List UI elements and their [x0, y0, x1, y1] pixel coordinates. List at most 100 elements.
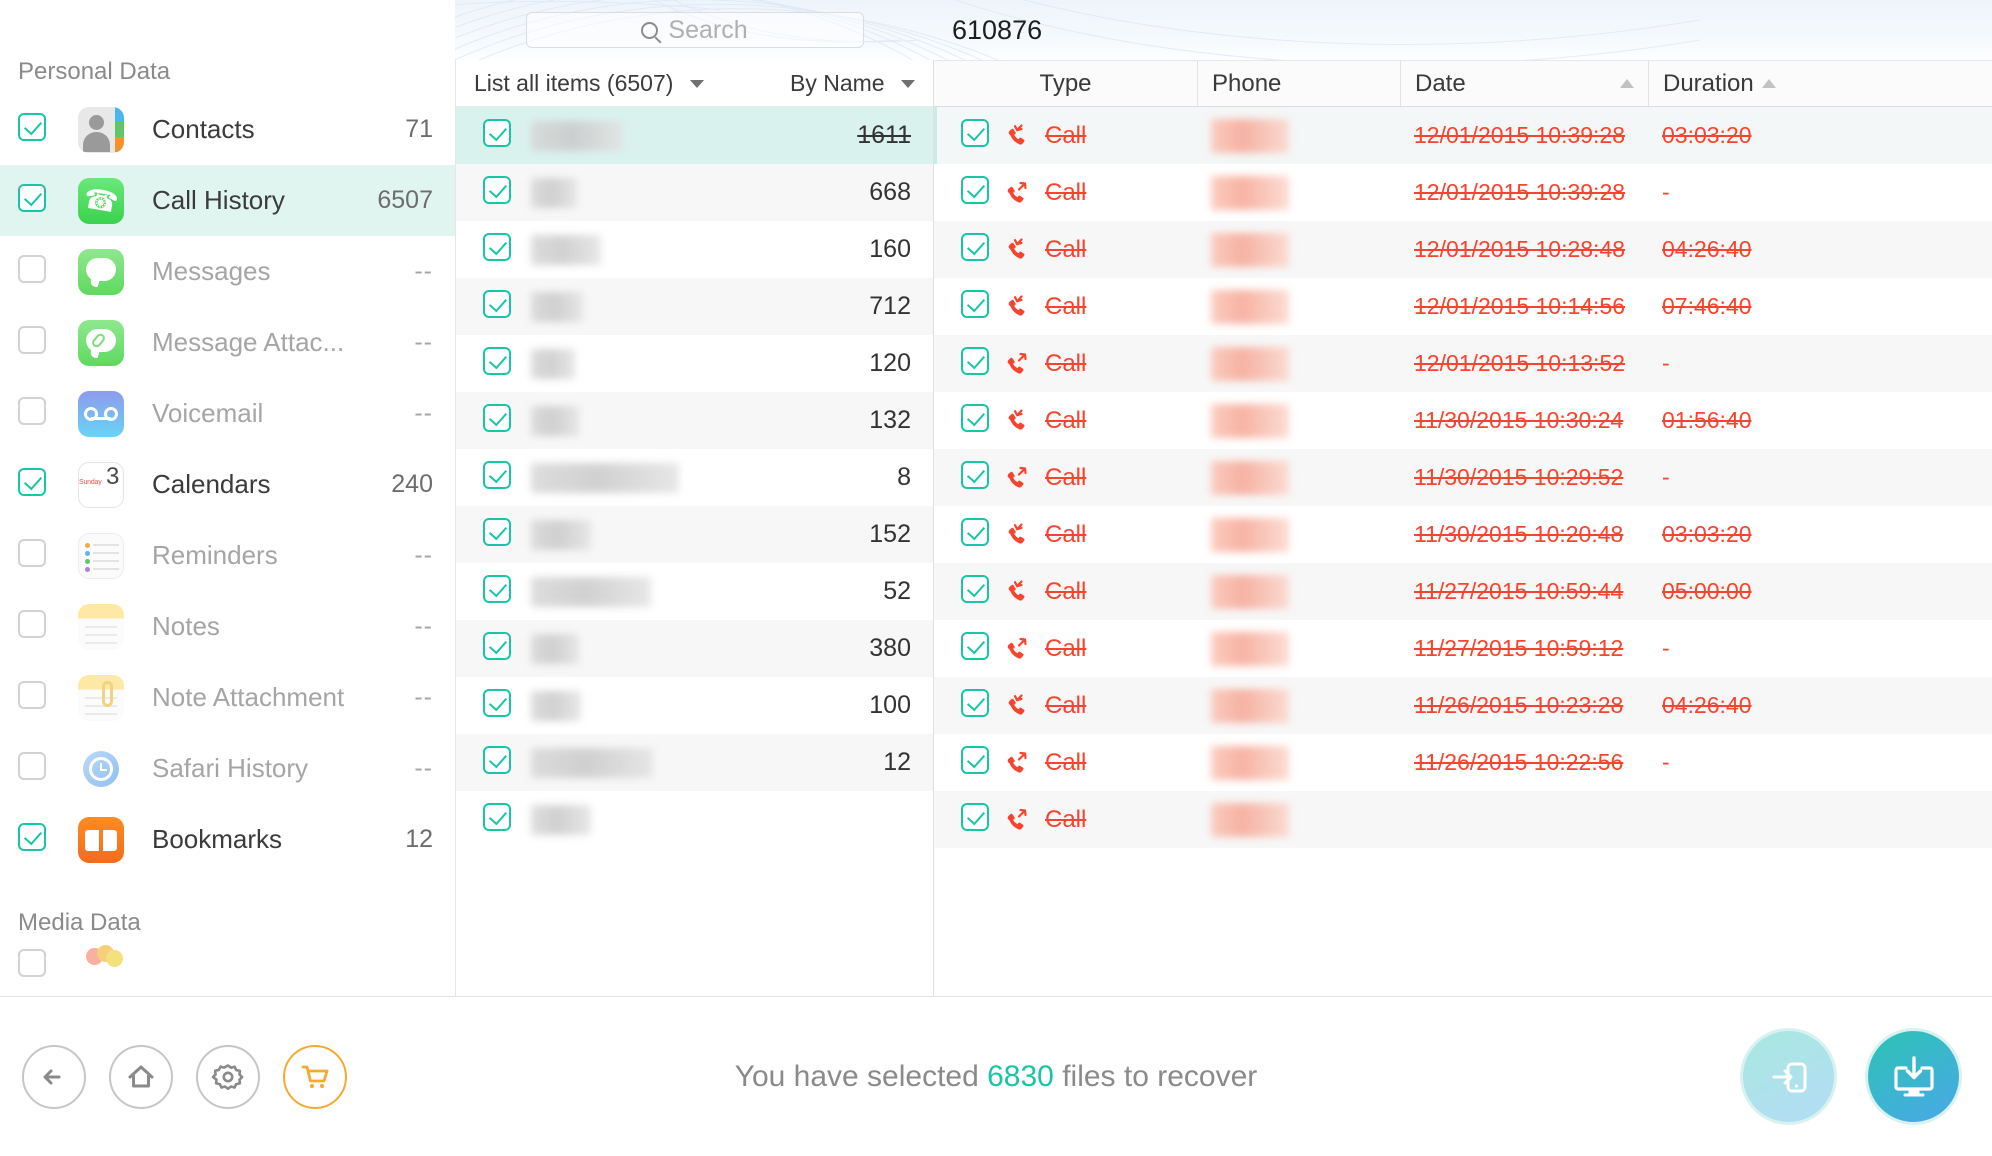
- row-checkbox[interactable]: [961, 803, 989, 836]
- list-item[interactable]: 120: [456, 335, 933, 392]
- table-row[interactable]: Call 12/01/2015 10:14:56 07:46:40: [934, 278, 1992, 335]
- table-row[interactable]: Call 11/30/2015 10:30:24 01:56:40: [934, 392, 1992, 449]
- note-attachment-checkbox[interactable]: [18, 681, 48, 714]
- table-row[interactable]: Call 11/26/2015 10:23:28 04:26:40: [934, 677, 1992, 734]
- notes-checkbox[interactable]: [18, 610, 48, 643]
- list-item[interactable]: 712: [456, 278, 933, 335]
- list-item-checkbox[interactable]: [483, 518, 513, 551]
- list-item-checkbox[interactable]: [483, 689, 513, 722]
- list-item[interactable]: 132: [456, 392, 933, 449]
- sidebar-item-calendars[interactable]: Sunday 3 Calendars 240: [0, 449, 455, 520]
- sidebar-item-notes[interactable]: Notes --: [0, 591, 455, 662]
- column-header-type[interactable]: Type: [934, 61, 1197, 106]
- sidebar-item-label: Reminders: [152, 540, 278, 570]
- row-checkbox[interactable]: [961, 119, 989, 152]
- list-item[interactable]: [456, 791, 933, 848]
- sidebar-item-safari-history[interactable]: Safari History --: [0, 733, 455, 804]
- bookmarks-checkbox[interactable]: [18, 823, 48, 856]
- sidebar-item-voicemail[interactable]: Voicemail --: [0, 378, 455, 449]
- contacts-checkbox[interactable]: [18, 113, 48, 146]
- recover-to-computer-button[interactable]: [1865, 1028, 1962, 1125]
- cell-type: Call: [934, 620, 1197, 677]
- sidebar-item-photos[interactable]: [0, 942, 455, 988]
- list-filter-dropdown[interactable]: List all items (6507): [474, 70, 704, 97]
- list-item-checkbox[interactable]: [483, 290, 513, 323]
- sidebar-item-message-attachments[interactable]: Message Attac... --: [0, 307, 455, 378]
- column-header-phone[interactable]: Phone: [1197, 61, 1400, 106]
- sidebar-item-reminders[interactable]: Reminders --: [0, 520, 455, 591]
- list-item[interactable]: 100: [456, 677, 933, 734]
- row-checkbox[interactable]: [961, 575, 989, 608]
- recover-to-device-button[interactable]: [1740, 1028, 1837, 1125]
- call-history-table[interactable]: Call 12/01/2015 10:39:28 03:03:20 Call 12/01…: [934, 107, 1992, 996]
- row-checkbox[interactable]: [961, 347, 989, 380]
- list-filter-bar: List all items (6507) By Name: [456, 60, 933, 107]
- table-row[interactable]: Call 11/27/2015 10:59:44 05:00:00: [934, 563, 1992, 620]
- list-item[interactable]: 52: [456, 563, 933, 620]
- cell-duration: 03:03:20: [1648, 506, 1992, 563]
- table-row[interactable]: Call 12/01/2015 10:39:28 03:03:20: [934, 107, 1992, 164]
- row-checkbox[interactable]: [961, 176, 989, 209]
- table-row[interactable]: Call 12/01/2015 10:13:52 -: [934, 335, 1992, 392]
- call-duration: -: [1662, 179, 1670, 205]
- messages-checkbox[interactable]: [18, 255, 48, 288]
- list-item-checkbox[interactable]: [483, 347, 513, 380]
- sidebar-item-note-attachment[interactable]: Note Attachment --: [0, 662, 455, 733]
- search-input[interactable]: Search: [525, 12, 864, 48]
- list-item[interactable]: 668: [456, 164, 933, 221]
- row-checkbox[interactable]: [961, 461, 989, 494]
- phone-icon: ☎: [78, 177, 124, 224]
- sidebar-item-contacts[interactable]: Contacts 71: [0, 94, 455, 165]
- row-checkbox[interactable]: [961, 689, 989, 722]
- list-item-checkbox[interactable]: [483, 575, 513, 608]
- table-row[interactable]: Call 12/01/2015 10:28:48 04:26:40: [934, 221, 1992, 278]
- photos-checkbox[interactable]: [18, 948, 48, 982]
- list-item[interactable]: 380: [456, 620, 933, 677]
- list-item-checkbox[interactable]: [483, 461, 513, 494]
- cell-phone: [1197, 563, 1400, 620]
- phone-number-redacted: [1211, 517, 1289, 552]
- message-attachments-checkbox[interactable]: [18, 326, 48, 359]
- column-header-duration[interactable]: Duration: [1648, 61, 1992, 106]
- table-row[interactable]: Call 11/30/2015 10:20:48 03:03:20: [934, 506, 1992, 563]
- list-item-checkbox[interactable]: [483, 176, 513, 209]
- list-item-checkbox[interactable]: [483, 233, 513, 266]
- item-list-rows[interactable]: 1611 668 160 712 120 132 8 152 52 380 100 12: [456, 107, 933, 996]
- list-item[interactable]: 8: [456, 449, 933, 506]
- list-item[interactable]: 160: [456, 221, 933, 278]
- row-checkbox[interactable]: [961, 632, 989, 665]
- list-item-checkbox[interactable]: [483, 404, 513, 437]
- table-row[interactable]: Call 11/27/2015 10:59:12 -: [934, 620, 1992, 677]
- row-checkbox[interactable]: [961, 290, 989, 323]
- table-row[interactable]: Call 11/30/2015 10:29:52 -: [934, 449, 1992, 506]
- row-checkbox[interactable]: [961, 233, 989, 266]
- cart-button[interactable]: [283, 1044, 347, 1109]
- home-button[interactable]: [109, 1044, 173, 1109]
- safari-history-checkbox[interactable]: [18, 752, 48, 785]
- call-history-checkbox[interactable]: [18, 184, 48, 217]
- column-header-date[interactable]: Date: [1400, 61, 1648, 106]
- sidebar-item-call-history[interactable]: ☎ Call History 6507: [0, 165, 455, 236]
- sidebar-item-bookmarks[interactable]: Bookmarks 12: [0, 804, 455, 875]
- list-item[interactable]: 1611: [456, 107, 933, 164]
- row-checkbox[interactable]: [961, 746, 989, 779]
- row-checkbox[interactable]: [961, 518, 989, 551]
- table-row[interactable]: Call 12/01/2015 10:39:28 -: [934, 164, 1992, 221]
- table-row[interactable]: Call 11/26/2015 10:22:56 -: [934, 734, 1992, 791]
- back-button[interactable]: [22, 1044, 86, 1109]
- list-item-checkbox[interactable]: [483, 119, 513, 152]
- list-sort-dropdown[interactable]: By Name: [790, 70, 915, 97]
- reminders-checkbox[interactable]: [18, 539, 48, 572]
- row-checkbox[interactable]: [961, 404, 989, 437]
- settings-button[interactable]: [196, 1044, 260, 1109]
- list-item-checkbox[interactable]: [483, 632, 513, 665]
- table-row[interactable]: Call: [934, 791, 1992, 848]
- list-item[interactable]: 152: [456, 506, 933, 563]
- voicemail-checkbox[interactable]: [18, 397, 48, 430]
- list-item-checkbox[interactable]: [483, 746, 513, 779]
- cell-type: Call: [934, 335, 1197, 392]
- list-item-checkbox[interactable]: [483, 803, 513, 836]
- calendars-checkbox[interactable]: [18, 468, 48, 501]
- sidebar-item-messages[interactable]: Messages --: [0, 236, 455, 307]
- list-item[interactable]: 12: [456, 734, 933, 791]
